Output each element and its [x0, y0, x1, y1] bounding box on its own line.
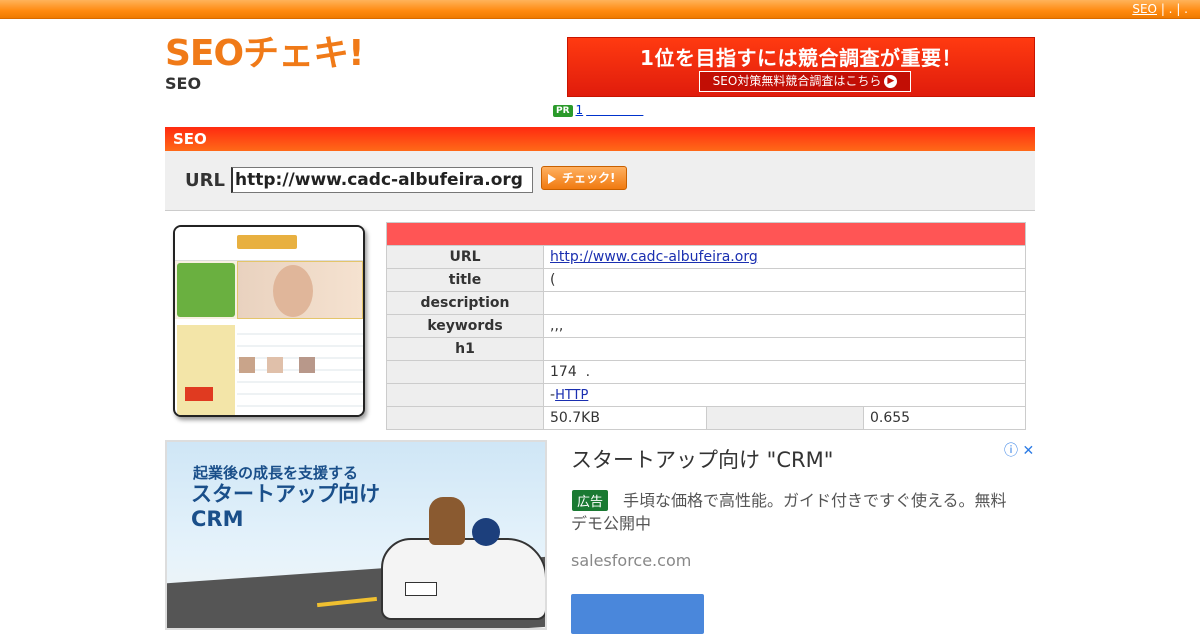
ad-image-headline-text: スタートアップ向け CRM: [191, 482, 380, 531]
table-row: 50.7KB 0.655: [386, 406, 1026, 430]
play-icon: [548, 173, 556, 184]
row-key: URL: [386, 245, 544, 269]
thumbnail-photo: [267, 357, 283, 373]
row-key: [386, 406, 544, 430]
pr-link[interactable]: 1: [576, 103, 584, 117]
result-table-header: [386, 222, 1026, 246]
url-label: URL: [185, 170, 225, 191]
row-key: description: [386, 291, 544, 315]
row-value: (: [543, 268, 1026, 292]
banner-ad[interactable]: 1位を目指すには競合調査が重要！ SEO対策無料競合調査はこちら ▶: [567, 37, 1035, 97]
row-key: [386, 383, 544, 407]
check-button-label: チェック!: [562, 171, 616, 185]
site-thumbnail: [173, 225, 365, 417]
pr-link-underline[interactable]: [586, 103, 643, 117]
ad-car: [381, 538, 545, 620]
url-input[interactable]: http://www.cadc-albufeira.org: [231, 167, 533, 193]
result-url-link[interactable]: http://www.cadc-albufeira.org: [550, 249, 758, 265]
banner-title: 1位を目指すには競合調査が重要！: [640, 46, 962, 70]
row-value: ,,,: [543, 314, 1026, 338]
row-value: [543, 337, 1026, 361]
result-table-header-cell: [386, 222, 1026, 246]
info-icon[interactable]: ⓘ ✕: [1004, 440, 1034, 460]
table-row: title (: [386, 268, 1026, 292]
top-nav-separator: | . | .: [1160, 2, 1188, 16]
table-row: 174 .: [386, 360, 1026, 384]
row-key: keywords: [386, 314, 544, 338]
url-form: URL http://www.cadc-albufeira.org チェック!: [165, 151, 1035, 211]
row-key: h1: [386, 337, 544, 361]
ad-badge: 広告: [572, 490, 609, 511]
table-row: keywords ,,,: [386, 314, 1026, 338]
check-button[interactable]: チェック!: [541, 166, 627, 190]
thumbnail-photo: [299, 357, 315, 373]
ad-image-subtitle: 起業後の成長を支援する: [193, 464, 359, 482]
row-key: [386, 360, 544, 384]
ad-mascot: [472, 518, 500, 546]
top-nav-link[interactable]: SEO: [1132, 2, 1157, 16]
thumbnail-side-banner: [177, 325, 235, 415]
pr-badge: PR: [553, 104, 573, 117]
arrow-right-icon: ▶: [884, 75, 898, 88]
pr-link-row: PR 1: [553, 103, 643, 117]
result-table: URL http://www.cadc-albufeira.org title …: [386, 222, 1026, 430]
site-logo[interactable]: SEOチェキ!: [165, 34, 365, 74]
thumbnail-photo: [239, 357, 255, 373]
ad-image-headline: スタートアップ向け CRM: [191, 482, 391, 532]
table-row: h1: [386, 337, 1026, 361]
table-row: description: [386, 291, 1026, 315]
row-value: [543, 291, 1026, 315]
section-header: SEO: [165, 127, 1035, 151]
thumbnail-red-badge: [185, 387, 213, 401]
ad-cta-button[interactable]: [571, 594, 704, 634]
thumbnail-face: [273, 265, 313, 317]
row-value: 50.7KB: [543, 406, 707, 430]
row-value: -HTTP: [543, 383, 1026, 407]
ad-mascot-bear: [429, 497, 465, 545]
table-row: -HTTP: [386, 383, 1026, 407]
thumbnail-logo: [237, 235, 297, 249]
table-row: URL http://www.cadc-albufeira.org: [386, 245, 1026, 269]
ad-description: 手頃な価格で高性能。ガイド付きですぐ使える。無料デモ公開中: [571, 491, 1007, 533]
ad-domain[interactable]: salesforce.com: [571, 551, 691, 570]
banner-button[interactable]: SEO対策無料競合調査はこちら ▶: [699, 71, 911, 92]
banner-button-label: SEO対策無料競合調査はこちら: [712, 74, 882, 88]
thumbnail-green-panel: [177, 263, 235, 317]
row-value-2: 0.655: [863, 406, 1026, 430]
top-bar: SEO | . | .: [0, 0, 1200, 19]
close-icon[interactable]: ✕: [1022, 443, 1034, 459]
http-link[interactable]: HTTP: [555, 388, 588, 403]
site-subtitle: SEO: [165, 74, 202, 93]
row-key: title: [386, 268, 544, 292]
top-nav: SEO | . | .: [1132, 2, 1188, 16]
ad-title[interactable]: スタートアップ向け "CRM": [571, 444, 833, 474]
row-key-2: [706, 406, 864, 430]
ad-license-plate: [405, 582, 437, 596]
ad-image[interactable]: 起業後の成長を支援する スタートアップ向け CRM: [165, 440, 547, 630]
row-value: 174 .: [543, 360, 1026, 384]
row-value: http://www.cadc-albufeira.org: [543, 245, 1026, 269]
